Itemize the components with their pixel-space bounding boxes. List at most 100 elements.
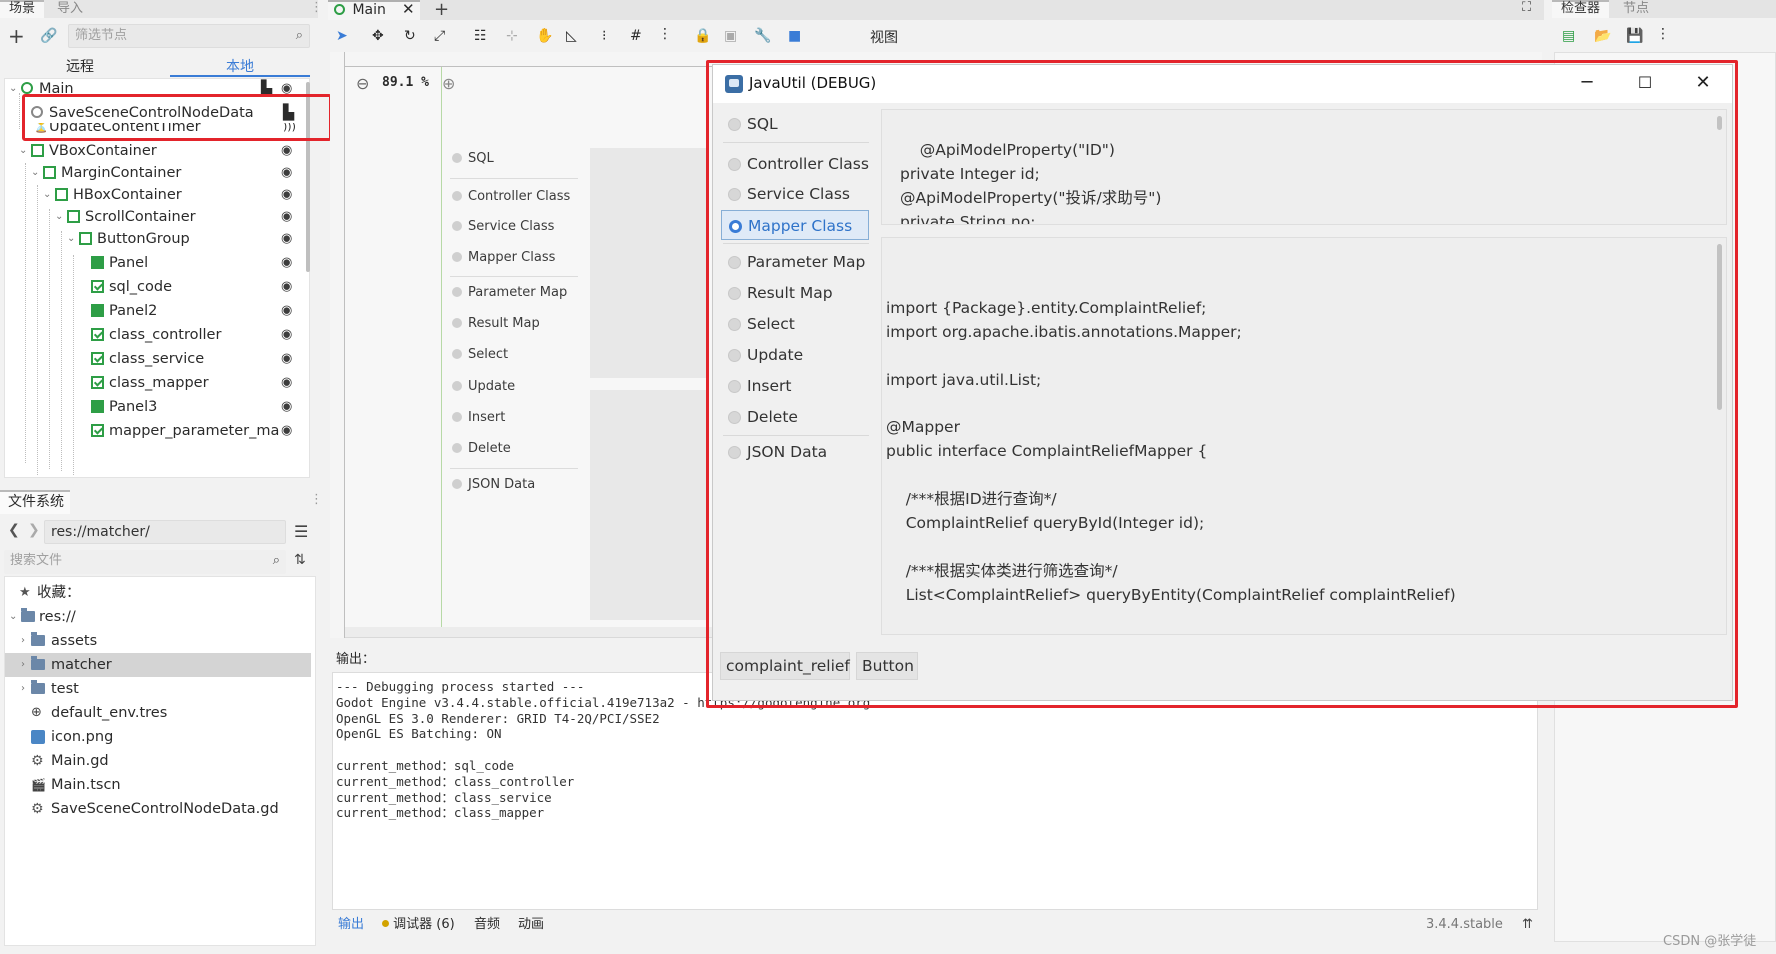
grid-snap-icon[interactable]: # xyxy=(630,28,642,44)
fs-file-main-gd[interactable]: ⚙ Main.gd xyxy=(5,749,311,773)
forward-arrow-icon[interactable]: ❯ xyxy=(28,522,40,538)
script-icon[interactable]: ▙ xyxy=(283,101,294,125)
tree-row-vboxcontainer[interactable]: ⌄ VBoxContainer ◉ xyxy=(5,139,305,163)
minimize-icon[interactable]: ─ xyxy=(1558,65,1616,103)
menu-item-select[interactable]: Select xyxy=(721,309,869,339)
generate-button[interactable]: Button xyxy=(856,652,918,680)
tree-row-sql-code[interactable]: sql_code ◉ xyxy=(5,275,305,299)
rotate-tool-icon[interactable]: ↻ xyxy=(404,28,416,44)
tree-row-main[interactable]: ⌄ Main ▙ ◉ xyxy=(5,79,305,101)
select-tool-icon[interactable]: ➤ xyxy=(336,28,348,44)
open-folder-icon[interactable]: 📂 xyxy=(1594,28,1611,44)
new-resource-icon[interactable]: ▤ xyxy=(1562,28,1575,44)
dock-menu-icon[interactable]: ⋮ xyxy=(310,0,323,15)
lock-icon[interactable]: 🔒 xyxy=(694,28,711,44)
visibility-eye-icon[interactable]: ◉ xyxy=(281,323,292,347)
tree-row-buttongroup[interactable]: ⌄ ButtonGroup ◉ xyxy=(5,227,305,251)
visibility-eye-icon[interactable]: ◉ xyxy=(281,205,292,229)
tree-row-updatecontenttimer[interactable]: ⏳ UpdateContentTimer ))) xyxy=(5,123,305,139)
tree-row-hboxcontainer[interactable]: ⌄ HBoxContainer ◉ xyxy=(5,183,305,207)
new-scene-tab-icon[interactable]: + xyxy=(434,0,449,20)
camera-icon[interactable]: ■ xyxy=(788,28,801,44)
fs-file-icon-png[interactable]: icon.png xyxy=(5,725,311,749)
dock-menu-icon[interactable]: ⋮ xyxy=(310,492,323,507)
tab-node[interactable]: 节点 xyxy=(1614,0,1658,18)
visibility-eye-icon[interactable]: ◉ xyxy=(281,299,292,323)
tree-row-panel3[interactable]: Panel3 ◉ xyxy=(5,395,305,419)
visibility-eye-icon[interactable]: ◉ xyxy=(281,79,292,101)
group-icon[interactable]: ▣ xyxy=(724,28,737,44)
tree-row-mapper-parameter[interactable]: mapper_parameter_ma ◉ xyxy=(5,419,305,443)
visibility-eye-icon[interactable]: ◉ xyxy=(281,395,292,419)
tree-row-class-mapper[interactable]: class_mapper ◉ xyxy=(5,371,305,395)
list-view-icon[interactable]: ☰ xyxy=(294,522,308,541)
scrollbar[interactable] xyxy=(1717,116,1722,130)
menu-item-json-data[interactable]: JSON Data xyxy=(721,437,869,467)
tab-output[interactable]: 输出 xyxy=(338,912,364,938)
pan-tool-icon[interactable]: ✋ xyxy=(536,28,553,44)
visibility-eye-icon[interactable]: ◉ xyxy=(281,419,292,443)
visibility-eye-icon[interactable]: ◉ xyxy=(281,227,292,251)
path-input[interactable]: res://matcher/ xyxy=(44,520,286,544)
smart-snap-icon[interactable]: ⁝ xyxy=(602,28,606,44)
tree-row-panel2[interactable]: Panel2 ◉ xyxy=(5,299,305,323)
scrollbar[interactable] xyxy=(1717,244,1722,410)
menu-item-controller-class[interactable]: Controller Class xyxy=(721,149,869,179)
pivot-icon[interactable]: ⊹ xyxy=(506,28,518,44)
menu-item-service-class[interactable]: Service Class xyxy=(721,179,869,209)
close-icon[interactable]: ✕ xyxy=(402,1,415,18)
fs-file-savescene-gd[interactable]: ⚙ SaveSceneControlNodeData.gd xyxy=(5,797,311,821)
tree-row-panel[interactable]: Panel ◉ xyxy=(5,251,305,275)
menu-item-sql[interactable]: SQL xyxy=(721,109,869,139)
filter-nodes-input[interactable]: 筛选节点 ⌕ xyxy=(68,24,310,48)
menu-item-result-map[interactable]: Result Map xyxy=(721,278,869,308)
menu-item-delete[interactable]: Delete xyxy=(721,402,869,432)
tab-filesystem[interactable]: 文件系统 xyxy=(0,490,70,514)
zoom-out-icon[interactable]: ⊖ xyxy=(356,74,369,93)
fs-folder-assets[interactable]: › assets xyxy=(5,629,311,653)
zoom-in-icon[interactable]: ⊕ xyxy=(442,74,455,93)
maximize-icon[interactable]: ☐ xyxy=(1616,65,1674,103)
script-icon[interactable]: ▙ xyxy=(261,79,272,101)
menu-item-parameter-map[interactable]: Parameter Map xyxy=(721,247,869,277)
menu-item-update[interactable]: Update xyxy=(721,340,869,370)
view-menu[interactable]: 视图 xyxy=(870,27,898,47)
window-titlebar[interactable]: JavaUtil (DEBUG) ─ ☐ ✕ xyxy=(713,65,1732,103)
scene-tree-scrollbar[interactable] xyxy=(306,82,310,272)
local-button[interactable]: 本地 xyxy=(226,56,254,76)
tab-audio[interactable]: 音频 xyxy=(474,912,500,938)
tab-scene[interactable]: 场景 xyxy=(0,0,45,18)
tree-row-class-controller[interactable]: class_controller ◉ xyxy=(5,323,305,347)
tree-row-scrollcontainer[interactable]: ⌄ ScrollContainer ◉ xyxy=(5,205,305,229)
menu-item-insert[interactable]: Insert xyxy=(721,371,869,401)
scale-tool-icon[interactable]: ⤢ xyxy=(434,28,445,44)
signal-icon[interactable]: ))) xyxy=(283,123,296,139)
more-icon[interactable]: ⋮ xyxy=(1656,26,1670,42)
link-icon[interactable]: 🔗 xyxy=(40,28,57,44)
fs-file-default-env[interactable]: ⊕ default_env.tres xyxy=(5,701,311,725)
close-icon[interactable]: ✕ xyxy=(1674,65,1732,103)
zoom-reset-button[interactable]: 89.1 % xyxy=(382,75,429,90)
output-log[interactable]: --- Debugging process started --- Godot … xyxy=(332,672,1538,910)
fs-folder-matcher[interactable]: › matcher xyxy=(5,653,311,677)
fs-file-main-tscn[interactable]: 🎬 Main.tscn xyxy=(5,773,311,797)
visibility-eye-icon[interactable]: ◉ xyxy=(281,251,292,275)
list-select-icon[interactable]: ☷ xyxy=(474,28,487,44)
tab-animation[interactable]: 动画 xyxy=(518,912,544,938)
visibility-eye-icon[interactable]: ◉ xyxy=(281,139,292,163)
file-search-input[interactable]: 搜索文件 ⌕ xyxy=(4,550,286,574)
fs-favorites[interactable]: ★ 收藏： xyxy=(5,581,311,605)
snap-options-icon[interactable]: ⋮ xyxy=(658,26,672,42)
tab-import[interactable]: 导入 xyxy=(48,0,92,18)
sort-icon[interactable]: ⇅ xyxy=(294,552,306,568)
distraction-free-icon[interactable]: ⛶ xyxy=(1522,0,1531,15)
ruler-tool-icon[interactable]: ◺ xyxy=(566,28,577,44)
entity-code-preview[interactable]: @ApiModelProperty("ID") private Integer … xyxy=(881,109,1727,225)
bone-icon[interactable]: 🔧 xyxy=(754,28,771,44)
tree-row-savescenecontrolnodedata[interactable]: SaveSceneControlNodeData ▙ xyxy=(5,101,305,125)
add-node-icon[interactable]: + xyxy=(8,26,25,46)
tab-main-scene[interactable]: Main ✕ xyxy=(328,0,420,20)
expand-panel-icon[interactable]: ⇈ xyxy=(1522,912,1533,938)
tab-inspector[interactable]: 检查器 xyxy=(1552,0,1610,18)
move-tool-icon[interactable]: ✥ xyxy=(372,28,384,44)
